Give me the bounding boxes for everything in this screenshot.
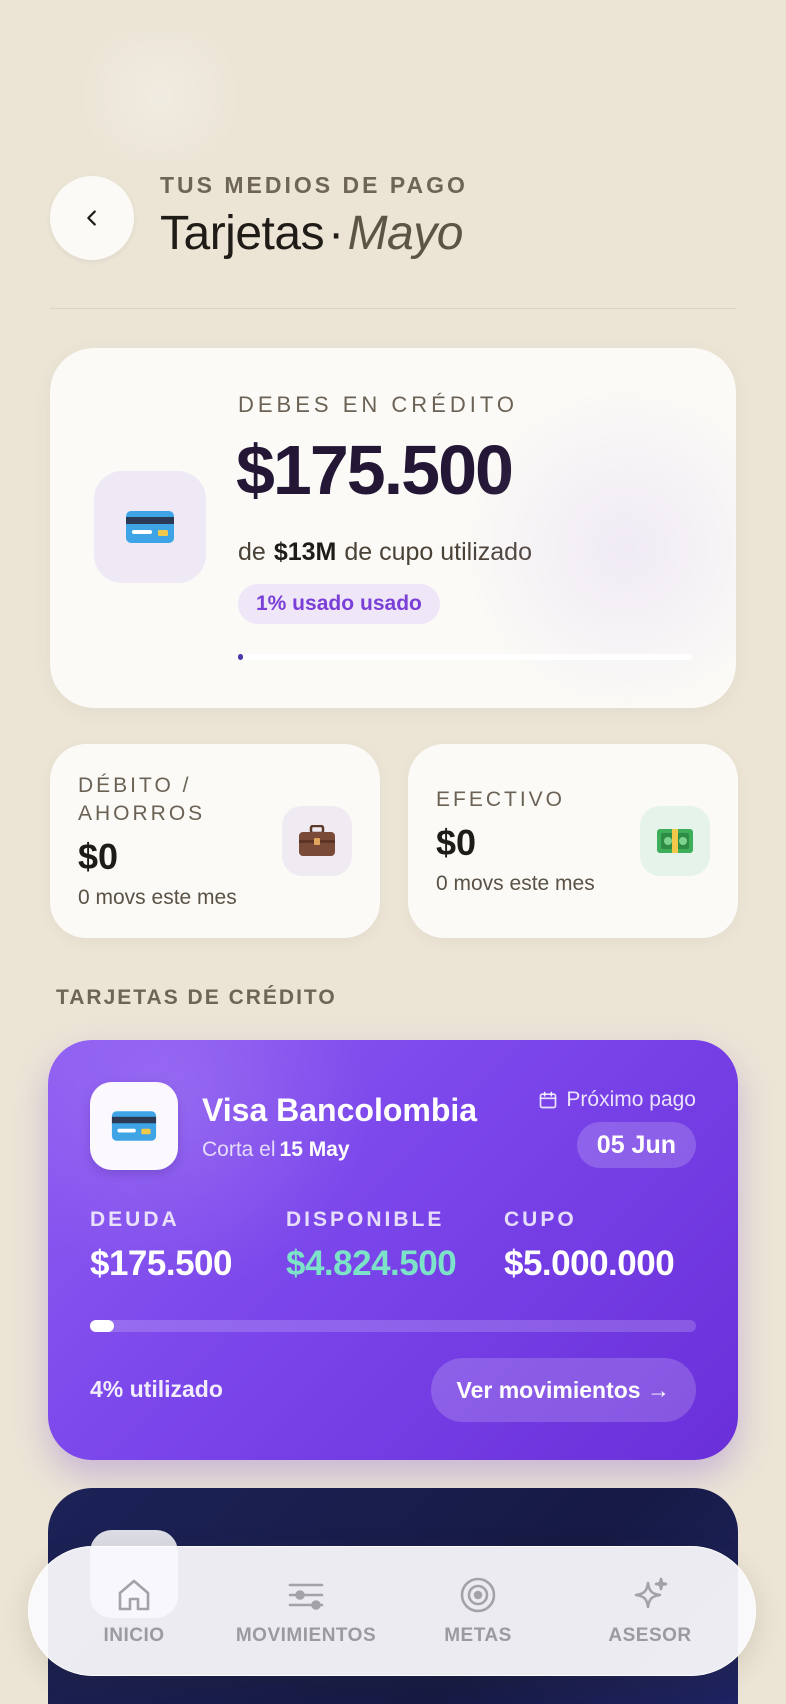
card-cut-date: Corta el 15 May [202,1138,350,1162]
debit-label: DÉBITO / AHORROS [78,774,206,825]
header-eyebrow: TUS MEDIOS DE PAGO [160,172,468,198]
credit-progress-fill [238,654,243,660]
card-progress-fill [90,1320,115,1332]
debit-movs: 0 movs este mes [78,886,237,909]
card-debt-label: DEUDA [90,1208,180,1231]
next-payment-label: Próximo pago [538,1088,696,1112]
cash-icon-box [640,806,710,876]
cash-movs: 0 movs este mes [436,872,595,895]
money-icon [657,829,693,853]
view-movements-button[interactable]: Ver movimientos → [430,1358,696,1422]
card-limit-value: $5.000.000 [504,1244,675,1283]
nav-label-inicio: INICIO [103,1625,165,1646]
nav-item-asesor[interactable]: ASESOR [565,1575,735,1647]
credit-subtitle: de $13M de cupo utilizado [238,538,532,567]
credit-sub-limit: $13M [273,538,337,566]
page-title: Tarjetas·Mayo [160,206,463,261]
nav-label-metas: METAS [444,1625,512,1646]
home-icon [118,1579,150,1611]
back-button[interactable] [50,176,134,260]
top-wash [60,30,260,160]
credit-label: DEBES EN CRÉDITO [238,392,518,417]
sparkle-icon [634,1577,668,1609]
card-cut-value: 15 May [279,1138,350,1161]
card-available-value: $4.824.500 [286,1244,457,1283]
cards-screen: TUS MEDIOS DE PAGO Tarjetas·Mayo DEBES E… [0,0,786,1704]
page-title-text: Tarjetas [160,207,325,260]
debit-icon-box [282,806,352,876]
nav-label-asesor: ASESOR [608,1625,692,1646]
chevron-left-icon [87,210,96,226]
card-debt: DEUDA $175.500 [90,1208,232,1284]
target-icon [460,1577,496,1613]
nav-item-inicio[interactable]: INICIO [49,1575,219,1647]
cash-label: EFECTIVO [436,788,566,811]
credit-sub-suffix: de cupo utilizado [344,538,532,566]
card-used-text: 4% utilizado [90,1376,223,1402]
nav-item-metas[interactable]: METAS [393,1575,563,1647]
debit-card[interactable]: DÉBITO / AHORROS $0 0 movs este mes [50,744,380,938]
credit-cards-section-title: TARJETAS DE CRÉDITO [56,986,337,1009]
nav-item-movimientos[interactable]: MOVIMIENTOS [221,1575,391,1647]
calendar-icon [540,1091,557,1109]
credit-card-icon [126,511,174,543]
card-name: Visa Bancolombia [202,1092,478,1128]
bottom-navigation: INICIO MOVIMIENTOS METAS ASESOR [28,1546,756,1676]
credit-card-visa[interactable]: Visa Bancolombia Corta el 15 May Próximo … [48,1040,738,1460]
visa-icon-box [90,1082,178,1170]
usage-badge-b: usado [360,592,422,615]
cash-amount: $0 [436,822,477,863]
usage-badge: 1% usado usado [238,584,440,624]
debit-amount: $0 [78,836,119,877]
credit-amount: $175.500 [236,431,514,509]
credit-card-icon [111,1111,157,1141]
card-available-label: DISPONIBLE [286,1208,445,1231]
card-limit: CUPO $5.000.000 [504,1208,675,1284]
next-payment-date: 05 Jun [576,1122,696,1168]
usage-badge-a: 1% usado [256,592,355,615]
card-debt-value: $175.500 [90,1244,232,1283]
credit-summary-card: DEBES EN CRÉDITO $175.500 de $13M de cupo … [50,348,736,708]
title-separator: · [328,207,344,260]
page-title-month: Mayo [347,207,464,260]
card-progress-bar [90,1320,696,1332]
header-divider [50,308,736,309]
card-available: DISPONIBLE $4.824.500 [286,1208,457,1284]
sliders-icon [288,1583,324,1610]
next-payment-text: Próximo pago [566,1088,696,1111]
card-limit-label: CUPO [504,1208,577,1231]
nav-label-movimientos: MOVIMIENTOS [235,1625,377,1646]
card-cut-prefix: Corta el [202,1138,276,1161]
briefcase-icon [299,825,335,856]
credit-sub-prefix: de [238,538,266,566]
credit-progress-bar [238,654,692,660]
credit-icon-box [94,471,206,583]
cash-card[interactable]: EFECTIVO $0 0 movs este mes [408,744,738,938]
